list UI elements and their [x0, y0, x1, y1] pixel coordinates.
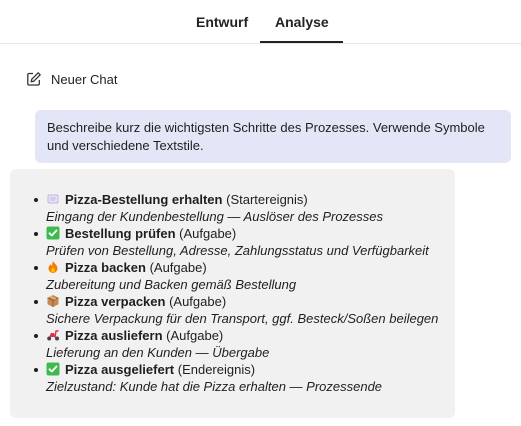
step-type: (Aufgabe) [166, 328, 224, 343]
list-item: Pizza verpacken (Aufgabe) Sichere Verpac… [34, 293, 455, 327]
step-type: (Startereignis) [226, 192, 308, 207]
user-message-bubble: Beschreibe kurz die wichtigsten Schritte… [35, 110, 511, 163]
list-item: Pizza ausliefern (Aufgabe) Lieferung an … [34, 327, 455, 361]
step-type: (Aufgabe) [169, 294, 227, 309]
scooter-icon [47, 330, 59, 341]
step-description: Eingang der Kundenbestellung — Auslöser … [46, 209, 384, 224]
bullet [34, 368, 38, 372]
tab-entwurf[interactable]: Entwurf [196, 14, 248, 30]
list-item: Pizza ausgeliefert (Endereignis) Zielzus… [34, 361, 455, 395]
step-title: Bestellung prüfen [65, 226, 176, 241]
step-type: (Endereignis) [177, 362, 256, 377]
step-title: Pizza ausgeliefert [65, 362, 175, 377]
list-item: Pizza-Bestellung erhalten (Startereignis… [34, 191, 455, 225]
new-chat-button[interactable]: Neuer Chat [26, 70, 117, 88]
receipt-icon [47, 194, 59, 204]
check-icon [46, 226, 60, 240]
tab-analyse[interactable]: Analyse [275, 14, 329, 30]
list-item: Bestellung prüfen (Aufgabe) Prüfen von B… [34, 225, 455, 259]
bullet [34, 232, 38, 236]
list-item: Pizza backen (Aufgabe) Zubereitung und B… [34, 259, 455, 293]
step-type: (Aufgabe) [179, 226, 237, 241]
edit-icon [27, 72, 41, 86]
step-type: (Aufgabe) [149, 260, 207, 275]
step-title: Pizza backen [65, 260, 146, 275]
new-chat-label: Neuer Chat [51, 71, 118, 87]
step-description: Lieferung an den Kunden — Übergabe [46, 345, 270, 360]
top-tab-bar: Entwurf Analyse [0, 0, 521, 44]
step-title: Pizza ausliefern [65, 328, 163, 343]
active-tab-indicator [260, 41, 343, 43]
step-title: Pizza-Bestellung erhalten [65, 192, 223, 207]
bullet [34, 334, 38, 338]
step-title: Pizza verpacken [65, 294, 166, 309]
fire-icon [48, 261, 58, 273]
bullet [34, 266, 38, 270]
bullet [34, 300, 38, 304]
bullet [34, 198, 38, 202]
package-icon [47, 295, 59, 307]
check-icon [46, 362, 60, 376]
step-description: Zielzustand: Kunde hat die Pizza erhalte… [46, 379, 383, 394]
step-description: Prüfen von Bestellung, Adresse, Zahlungs… [46, 243, 429, 258]
assistant-answer: Pizza-Bestellung erhalten (Startereignis… [10, 169, 455, 418]
step-description: Sichere Verpackung für den Transport, gg… [46, 311, 439, 326]
step-description: Zubereitung und Backen gemäß Bestellung [46, 277, 297, 292]
